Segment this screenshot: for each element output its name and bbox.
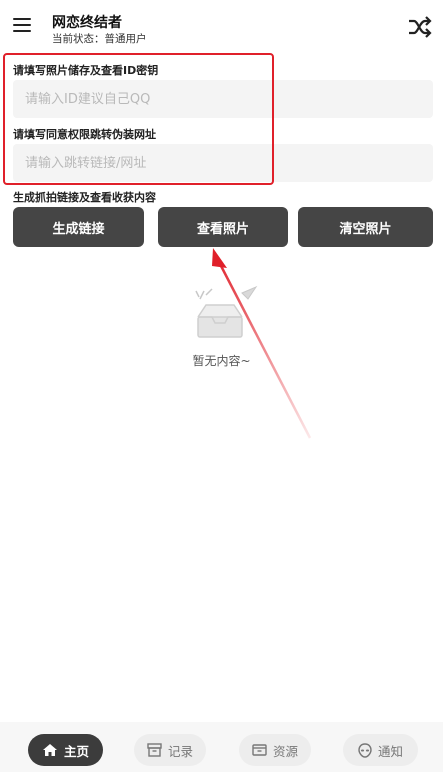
nav-records[interactable]: 记录 bbox=[134, 734, 206, 766]
nav-resources-label: 资源 bbox=[272, 743, 298, 759]
url-input[interactable] bbox=[13, 144, 433, 182]
home-icon bbox=[42, 744, 57, 756]
menu-icon[interactable] bbox=[13, 18, 31, 32]
app-header: 网恋终结者 当前状态：普通用户 bbox=[0, 0, 443, 50]
nav-resources[interactable]: 资源 bbox=[239, 734, 311, 766]
nav-notifications[interactable]: 通知 bbox=[343, 734, 418, 766]
alien-icon bbox=[358, 742, 372, 758]
empty-state-text: 暂无内容~ bbox=[192, 354, 251, 368]
empty-tray-icon bbox=[195, 285, 258, 338]
user-status: 当前状态：普通用户 bbox=[52, 33, 147, 45]
folder-icon bbox=[252, 744, 267, 756]
id-field-label: 请填写照片储存及查看ID密钥 bbox=[13, 64, 159, 77]
actions-label: 生成抓拍链接及查看收获内容 bbox=[13, 191, 156, 204]
view-photos-button[interactable]: 查看照片 bbox=[158, 207, 288, 247]
nav-home-label: 主页 bbox=[63, 743, 89, 759]
bottom-nav: 主页 记录 资源 通知 bbox=[0, 722, 443, 772]
app-title: 网恋终结者 bbox=[52, 15, 122, 31]
nav-home[interactable]: 主页 bbox=[28, 734, 103, 766]
id-input[interactable] bbox=[13, 80, 433, 118]
url-field-label: 请填写同意权限跳转伪装网址 bbox=[13, 128, 156, 141]
nav-notifications-label: 通知 bbox=[377, 743, 403, 759]
clear-photos-button[interactable]: 清空照片 bbox=[298, 207, 433, 247]
nav-records-label: 记录 bbox=[167, 743, 193, 759]
shuffle-icon[interactable] bbox=[408, 16, 432, 38]
archive-icon bbox=[147, 743, 162, 757]
generate-link-button[interactable]: 生成链接 bbox=[13, 207, 144, 247]
